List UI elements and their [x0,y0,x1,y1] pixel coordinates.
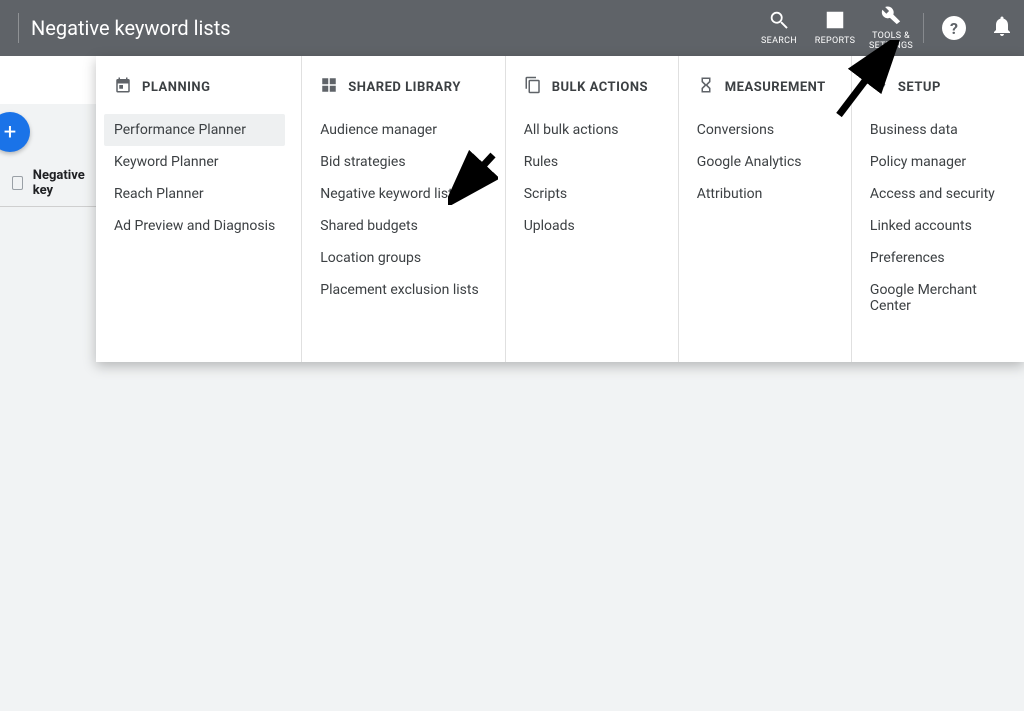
reports-button[interactable]: REPORTS [807,0,863,56]
menu-heading-measurement: MEASUREMENT [697,76,835,98]
menu-item-attribution[interactable]: Attribution [687,178,835,210]
hourglass-icon [697,76,715,98]
menu-col-measurement: MEASUREMENT Conversions Google Analytics… [678,56,851,362]
menu-item-rules[interactable]: Rules [514,146,662,178]
wrench-icon [880,4,902,30]
menu-col-shared-library: SHARED LIBRARY Audience manager Bid stra… [301,56,504,362]
select-all-checkbox[interactable] [12,176,23,190]
menu-item-google-analytics[interactable]: Google Analytics [687,146,835,178]
app-header: Negative keyword lists SEARCH REPORTS TO… [0,0,1024,56]
menu-item-location-groups[interactable]: Location groups [310,242,488,274]
bell-icon [990,23,1014,42]
menu-item-linked-accounts[interactable]: Linked accounts [860,210,1008,242]
menu-heading-bulk-actions: BULK ACTIONS [524,76,662,98]
help-button[interactable]: ? [942,16,966,40]
menu-item-conversions[interactable]: Conversions [687,114,835,146]
page-title: Negative keyword lists [31,16,231,40]
menu-item-policy-manager[interactable]: Policy manager [860,146,1008,178]
menu-item-uploads[interactable]: Uploads [514,210,662,242]
menu-item-ad-preview[interactable]: Ad Preview and Diagnosis [104,210,285,242]
menu-item-reach-planner[interactable]: Reach Planner [104,178,285,210]
menu-item-placement-exclusion[interactable]: Placement exclusion lists [310,274,488,306]
column-header-name: Negative key [33,168,88,198]
menu-heading-setup: SETUP [870,76,1008,98]
menu-heading-planning: PLANNING [114,76,285,98]
menu-item-audience-manager[interactable]: Audience manager [310,114,488,146]
menu-heading-shared-library: SHARED LIBRARY [320,76,488,98]
table-header-row: Negative key [0,160,100,207]
header-actions: SEARCH REPORTS TOOLS & SETTINGS ? [751,0,1024,56]
notifications-button[interactable] [990,14,1014,42]
copy-icon [524,76,542,98]
menu-col-setup: SETUP Business data Policy manager Acces… [851,56,1024,362]
menu-item-performance-planner[interactable]: Performance Planner [104,114,285,146]
tools-settings-menu: PLANNING Performance Planner Keyword Pla… [96,56,1024,362]
header-divider [18,13,19,43]
menu-item-shared-budgets[interactable]: Shared budgets [310,210,488,242]
search-icon [768,9,790,35]
gear-icon [870,76,888,98]
calendar-icon [114,76,132,98]
menu-item-merchant-center[interactable]: Google Merchant Center [860,274,1008,322]
menu-item-preferences[interactable]: Preferences [860,242,1008,274]
menu-item-keyword-planner[interactable]: Keyword Planner [104,146,285,178]
menu-item-business-data[interactable]: Business data [860,114,1008,146]
header-divider [923,13,924,43]
menu-item-access-security[interactable]: Access and security [860,178,1008,210]
menu-col-planning: PLANNING Performance Planner Keyword Pla… [96,56,301,362]
search-button[interactable]: SEARCH [751,0,807,56]
tools-label: TOOLS & SETTINGS [863,32,919,52]
search-label: SEARCH [761,37,797,47]
menu-col-bulk-actions: BULK ACTIONS All bulk actions Rules Scri… [505,56,678,362]
reports-label: REPORTS [815,37,855,47]
menu-item-bid-strategies[interactable]: Bid strategies [310,146,488,178]
grid-icon [320,76,338,98]
menu-item-scripts[interactable]: Scripts [514,178,662,210]
menu-item-negative-keyword-lists[interactable]: Negative keyword lists [310,178,488,210]
help-icon: ? [950,19,958,38]
plus-icon: + [4,120,16,145]
tools-settings-button[interactable]: TOOLS & SETTINGS [863,0,919,56]
menu-item-all-bulk-actions[interactable]: All bulk actions [514,114,662,146]
bar-chart-icon [824,9,846,35]
